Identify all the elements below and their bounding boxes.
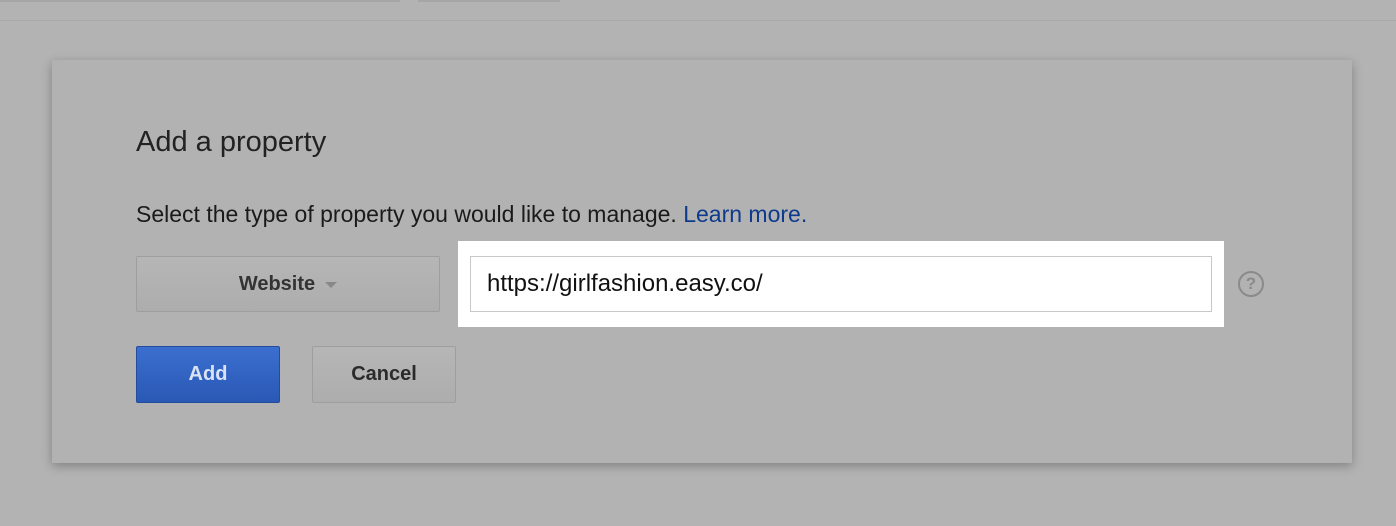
property-type-dropdown[interactable]: Website: [136, 256, 440, 312]
property-type-selected: Website: [238, 272, 316, 295]
description-text: Select the type of property you would li…: [136, 201, 677, 227]
property-url-input[interactable]: [470, 256, 1212, 312]
background-tab-line: [0, 0, 400, 2]
question-circle-icon[interactable]: ?: [1238, 271, 1264, 297]
cancel-button[interactable]: Cancel: [312, 346, 456, 403]
background-tab-line: [418, 0, 560, 2]
background-header-strip: [0, 0, 1396, 21]
dialog-description: Select the type of property you would li…: [136, 199, 807, 229]
caret-down-icon: [325, 282, 338, 288]
dialog-title: Add a property: [136, 126, 327, 158]
add-property-dialog: Add a property Select the type of proper…: [52, 60, 1352, 463]
learn-more-link[interactable]: Learn more.: [683, 201, 807, 227]
add-button[interactable]: Add: [136, 346, 280, 403]
url-input-highlight: [458, 241, 1224, 327]
